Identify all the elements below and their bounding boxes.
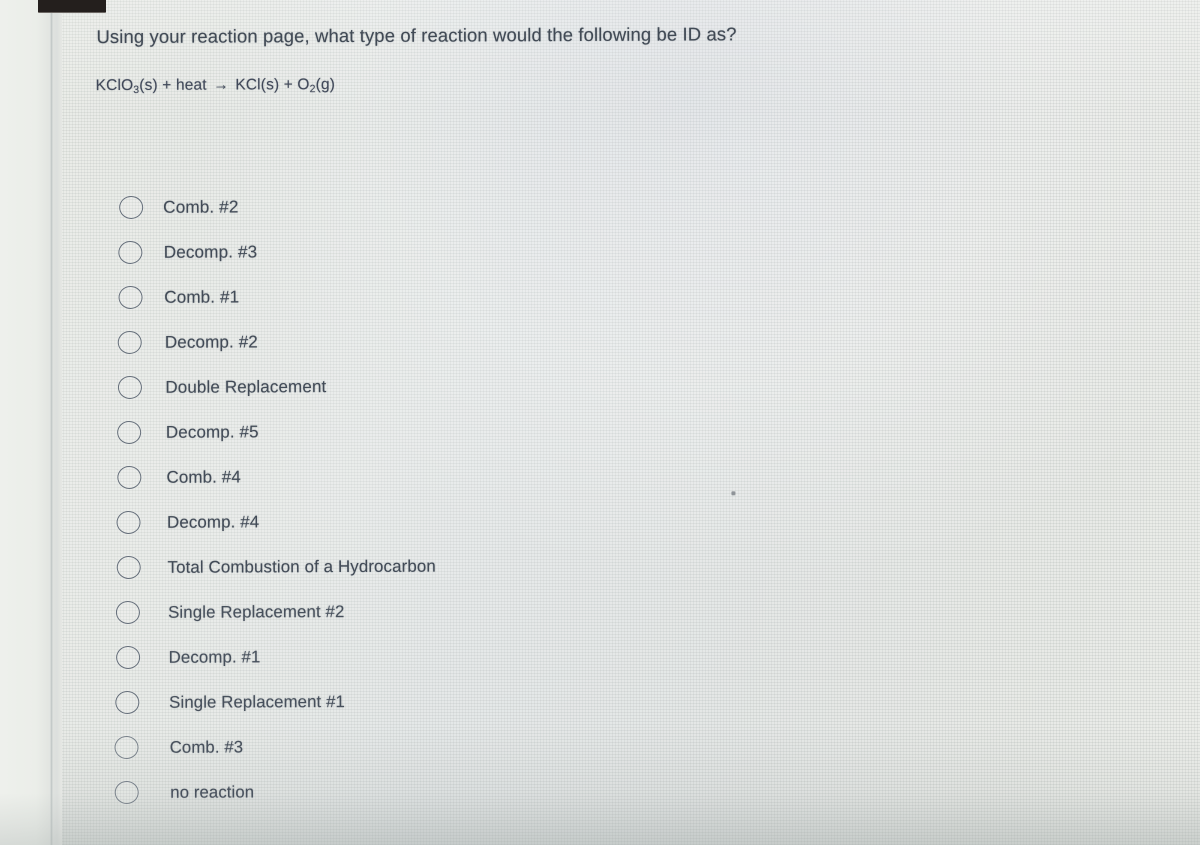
answer-option-label: Decomp. #1 <box>168 646 261 667</box>
answer-option-label: no reaction <box>170 781 255 802</box>
answer-option-row[interactable]: Comb. #4 <box>0 452 700 500</box>
answer-option-radio[interactable] <box>119 195 144 220</box>
screen-dust-speck <box>731 491 736 496</box>
answer-option-row[interactable]: Double Replacement <box>0 362 700 410</box>
answer-option-label: Decomp. #2 <box>164 331 258 352</box>
equation-product-2-state: (g) <box>315 76 336 94</box>
equation-arrow-icon: → <box>213 76 229 94</box>
answer-option-row[interactable]: Comb. #1 <box>0 272 700 320</box>
answer-option-label: Comb. #2 <box>163 196 239 217</box>
answer-options-list: Comb. #2 Decomp. #3 Comb. #1 Decomp. #2 Doub… <box>0 182 702 815</box>
answer-option-radio[interactable] <box>118 285 143 310</box>
answer-option-label: Total Combustion of a Hydrocarbon <box>167 556 436 577</box>
equation-plus-1: + <box>162 76 172 94</box>
answer-option-radio[interactable] <box>118 330 143 355</box>
answer-option-label: Double Replacement <box>165 376 327 397</box>
answer-option-radio[interactable] <box>114 735 139 760</box>
photographed-screen: Using your reaction page, what type of r… <box>0 0 1200 845</box>
answer-option-row[interactable]: no reaction <box>2 767 702 815</box>
answer-option-radio[interactable] <box>116 510 141 535</box>
equation-heat-term: heat <box>175 76 207 94</box>
answer-option-radio[interactable] <box>116 555 141 580</box>
equation-product-1: KCl(s) <box>235 76 280 94</box>
answer-option-row[interactable]: Decomp. #2 <box>0 317 700 365</box>
answer-option-label: Single Replacement #2 <box>168 601 345 622</box>
answer-option-radio[interactable] <box>115 690 140 715</box>
answer-option-row[interactable]: Comb. #3 <box>1 722 701 770</box>
answer-option-radio[interactable] <box>115 645 140 670</box>
quiz-content: Using your reaction page, what type of r… <box>0 0 1200 845</box>
answer-option-label: Comb. #3 <box>169 736 244 757</box>
answer-option-radio[interactable] <box>117 375 142 400</box>
answer-option-radio[interactable] <box>116 465 142 490</box>
equation-plus-2: + <box>283 76 293 94</box>
equation-reactant-state: (s) <box>139 76 158 94</box>
answer-option-radio[interactable] <box>114 780 139 805</box>
answer-option-row[interactable]: Single Replacement #1 <box>1 677 701 725</box>
question-prompt: Using your reaction page, what type of r… <box>96 23 737 48</box>
answer-option-row[interactable]: Decomp. #1 <box>1 632 701 680</box>
answer-option-row[interactable]: Single Replacement #2 <box>1 587 701 635</box>
answer-option-radio[interactable] <box>118 240 143 265</box>
answer-option-label: Decomp. #3 <box>163 241 258 262</box>
answer-option-label: Decomp. #4 <box>166 511 260 532</box>
answer-option-label: Decomp. #5 <box>165 421 259 442</box>
answer-option-radio[interactable] <box>117 420 142 445</box>
answer-option-row[interactable]: Decomp. #3 <box>0 227 699 275</box>
answer-option-radio[interactable] <box>115 600 141 625</box>
answer-option-row[interactable]: Decomp. #4 <box>0 497 700 545</box>
answer-option-row[interactable]: Total Combustion of a Hydrocarbon <box>1 542 701 590</box>
answer-option-label: Comb. #4 <box>166 466 241 487</box>
chemical-equation: KClO3(s) + heat → KCl(s) + O2(g) <box>96 76 335 96</box>
equation-reactant-formula: KClO <box>95 76 134 95</box>
answer-option-row[interactable]: Comb. #2 <box>0 182 699 230</box>
answer-option-row[interactable]: Decomp. #5 <box>0 407 700 455</box>
answer-option-label: Single Replacement #1 <box>169 691 345 712</box>
answer-option-label: Comb. #1 <box>164 286 240 307</box>
equation-product-2-formula: O <box>297 76 310 94</box>
